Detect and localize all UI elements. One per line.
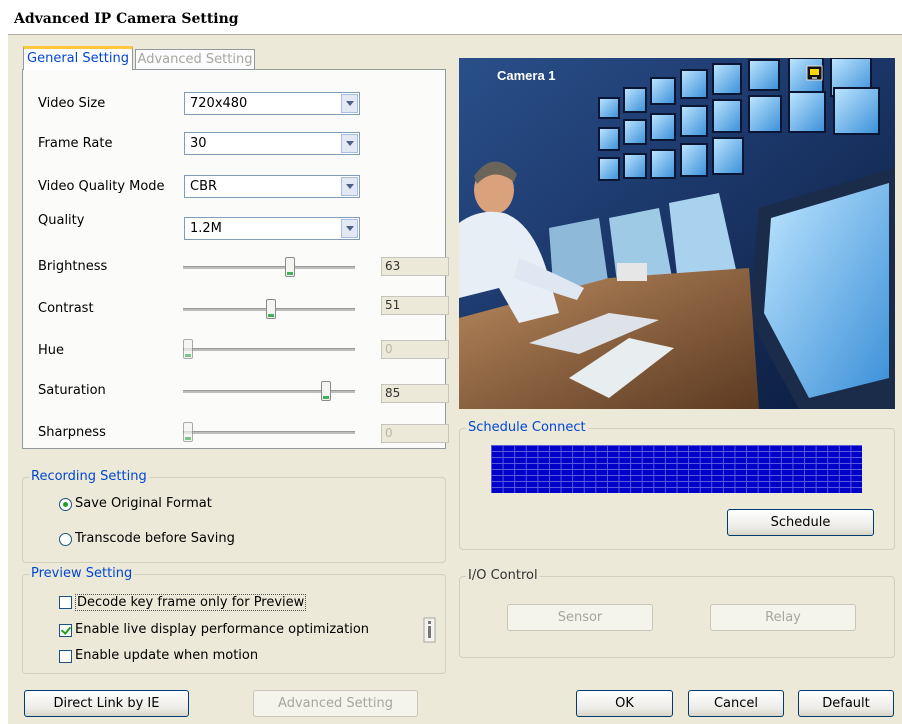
video-quality-mode-value: CBR xyxy=(190,179,218,194)
hue-slider[interactable] xyxy=(183,348,355,351)
saturation-label: Saturation xyxy=(38,383,106,398)
chevron-down-icon[interactable] xyxy=(341,219,358,238)
tab-general-setting[interactable]: General Setting xyxy=(23,46,133,70)
decode-key-frame-checkbox[interactable] xyxy=(59,596,72,609)
default-button[interactable]: Default xyxy=(798,690,894,717)
hue-label: Hue xyxy=(38,343,65,358)
camera-preview-image: Camera 1 xyxy=(459,58,895,409)
preview-setting-title: Preview Setting xyxy=(29,566,135,581)
contrast-label: Contrast xyxy=(38,301,94,316)
video-quality-mode-label: Video Quality Mode xyxy=(38,179,165,194)
schedule-button[interactable]: Schedule xyxy=(727,509,874,536)
camera-label: Camera 1 xyxy=(497,68,556,83)
brightness-value: 63 xyxy=(381,257,449,276)
performance-optimization-checkbox[interactable] xyxy=(59,624,72,637)
update-when-motion-label[interactable]: Enable update when motion xyxy=(75,648,258,663)
frame-rate-value: 30 xyxy=(190,136,207,151)
direct-link-button[interactable]: Direct Link by IE xyxy=(24,690,189,717)
saturation-slider-thumb[interactable] xyxy=(320,381,331,401)
general-setting-panel: Video Size 720x480 Frame Rate 30 Video Q… xyxy=(22,69,449,449)
recording-setting-group: Recording Setting Save Original Format T… xyxy=(22,469,446,563)
ok-button[interactable]: OK xyxy=(576,690,673,717)
contrast-slider-thumb[interactable] xyxy=(265,299,276,319)
contrast-value: 51 xyxy=(381,296,449,315)
video-size-select[interactable]: 720x480 xyxy=(184,92,360,115)
recording-setting-title: Recording Setting xyxy=(29,469,149,484)
sharpness-label: Sharpness xyxy=(38,425,106,440)
relay-button[interactable]: Relay xyxy=(710,604,856,631)
brightness-slider-thumb[interactable] xyxy=(285,257,296,277)
sharpness-value: 0 xyxy=(381,424,449,443)
frame-rate-select[interactable]: 30 xyxy=(184,132,360,155)
chevron-down-icon[interactable] xyxy=(341,94,358,113)
tab-advanced-setting[interactable]: Advanced Setting xyxy=(135,49,255,70)
chevron-down-icon[interactable] xyxy=(341,177,358,196)
brightness-label: Brightness xyxy=(38,259,108,274)
camera-preview[interactable]: Camera 1 xyxy=(459,58,895,409)
hue-value: 0 xyxy=(381,340,449,359)
transcode-radio[interactable] xyxy=(59,533,72,546)
schedule-grid[interactable] xyxy=(491,445,862,493)
video-size-value: 720x480 xyxy=(190,96,248,111)
transcode-label[interactable]: Transcode before Saving xyxy=(75,531,235,546)
monitor-icon xyxy=(806,65,823,81)
update-when-motion-checkbox[interactable] xyxy=(59,650,72,663)
info-icon[interactable] xyxy=(423,617,437,643)
quality-select[interactable]: 1.2M xyxy=(184,217,360,240)
chevron-down-icon[interactable] xyxy=(341,134,358,153)
hue-slider-thumb[interactable] xyxy=(183,339,193,359)
save-original-radio[interactable] xyxy=(59,498,72,511)
sensor-button[interactable]: Sensor xyxy=(507,604,653,631)
save-original-label[interactable]: Save Original Format xyxy=(75,496,212,511)
performance-optimization-label[interactable]: Enable live display performance optimiza… xyxy=(75,622,369,637)
decode-key-frame-label[interactable]: Decode key frame only for Preview xyxy=(75,594,307,611)
sharpness-slider[interactable] xyxy=(183,431,355,434)
quality-label: Quality xyxy=(38,213,85,228)
brightness-slider[interactable] xyxy=(183,266,355,269)
dialog-window: Advanced IP Camera Setting General Setti… xyxy=(8,0,902,724)
saturation-value: 85 xyxy=(381,384,449,403)
advanced-setting-button[interactable]: Advanced Setting xyxy=(253,690,418,717)
schedule-connect-title: Schedule Connect xyxy=(466,420,588,435)
title-bar[interactable]: Advanced IP Camera Setting xyxy=(8,0,902,35)
preview-setting-group: Preview Setting Decode key frame only fo… xyxy=(22,566,446,674)
sharpness-slider-thumb[interactable] xyxy=(183,422,193,442)
video-quality-mode-select[interactable]: CBR xyxy=(184,175,360,198)
io-control-title: I/O Control xyxy=(466,568,540,583)
cancel-button[interactable]: Cancel xyxy=(688,690,784,717)
quality-value: 1.2M xyxy=(190,221,222,236)
frame-rate-label: Frame Rate xyxy=(38,136,113,151)
window-title: Advanced IP Camera Setting xyxy=(14,11,239,27)
video-size-label: Video Size xyxy=(38,96,106,111)
